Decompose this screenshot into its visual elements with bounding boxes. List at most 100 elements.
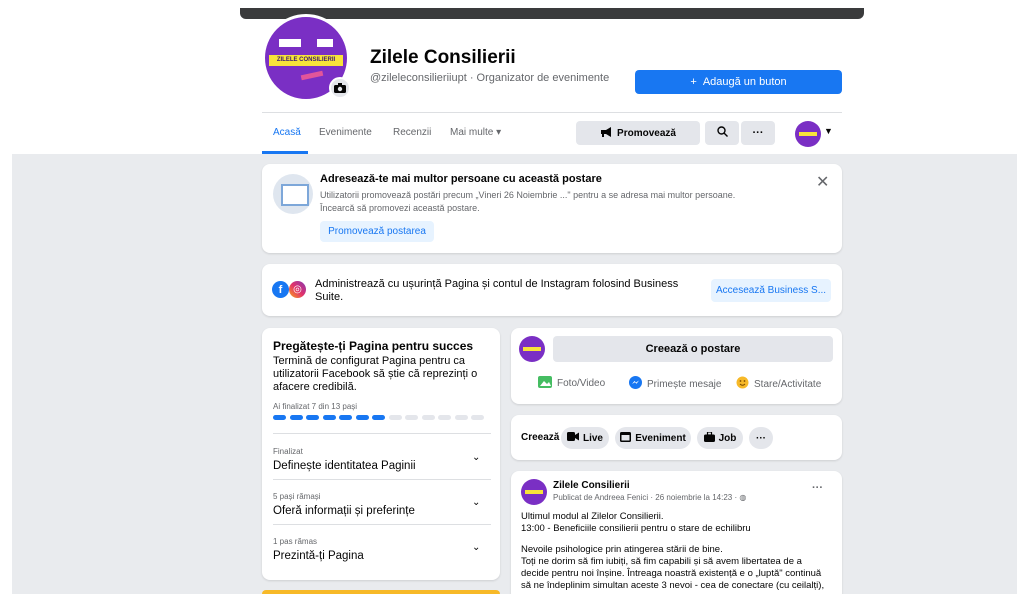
progress-segment	[405, 415, 418, 420]
avatar-logo-right	[317, 39, 333, 47]
feeling-activity-label: Stare/Activitate	[754, 378, 822, 390]
business-text-line1: Administrează cu ușurință Pagina și cont…	[315, 278, 679, 290]
tab-home[interactable]: Acasă	[273, 127, 301, 138]
profile-switcher-avatar[interactable]	[795, 121, 821, 147]
cover-photo-edge	[240, 8, 864, 19]
page-title: Zilele Consilierii	[370, 47, 516, 68]
next-card-edge	[262, 590, 500, 594]
left-margin	[0, 0, 12, 594]
post-options-button[interactable]: ···	[812, 482, 823, 494]
row-status: Finalizat	[273, 447, 303, 456]
active-tab-indicator	[262, 151, 308, 154]
emoji-icon	[736, 376, 749, 392]
promo-title: Adresează-te mai multor persoane cu acea…	[320, 173, 602, 185]
calendar-icon	[620, 431, 632, 445]
post-thumbnail	[273, 174, 313, 214]
post-line: decide pentru noi înșine. Întreaga noast…	[521, 568, 822, 579]
promote-label: Promovează	[617, 127, 676, 139]
post-author-avatar[interactable]	[521, 479, 547, 505]
event-button[interactable]: Eveniment	[615, 427, 691, 449]
row-title[interactable]: Prezintă-ți Pagina	[273, 550, 364, 562]
header-divider	[262, 112, 842, 113]
post-line: Toți ne dorim să fim iubiți, să fim capa…	[521, 556, 802, 567]
tab-events[interactable]: Evenimente	[319, 127, 372, 138]
setup-title: Pregătește-ți Pagina pentru succes	[273, 339, 474, 353]
row-divider	[273, 433, 491, 434]
progress-segment	[355, 415, 369, 420]
progress-segment	[289, 415, 303, 420]
tab-more[interactable]: Mai multe ▾	[450, 127, 501, 138]
post-line: 13:00 - Beneficiile consilierii pentru o…	[521, 523, 751, 534]
instagram-icon: ◎	[289, 281, 306, 298]
progress-segment	[421, 415, 435, 420]
job-button[interactable]: Job	[697, 427, 743, 449]
create-label: Creează	[521, 432, 560, 443]
live-button[interactable]: Live	[561, 427, 609, 449]
chevron-down-icon[interactable]: ⌄	[472, 542, 480, 553]
briefcase-icon	[703, 430, 715, 445]
row-status: 1 pas rămas	[273, 537, 318, 546]
business-suite-button[interactable]: Accesează Business S...	[711, 279, 831, 302]
chevron-down-icon[interactable]: ⌄	[472, 452, 480, 463]
chevron-down-icon[interactable]: ⌄	[472, 497, 480, 508]
post-author[interactable]: Zilele Consilierii	[553, 480, 630, 491]
progress-segment	[306, 415, 319, 420]
setup-desc-line1: Termină de configurat Pagina pentru ca	[273, 355, 466, 367]
avatar-accent	[300, 70, 324, 81]
chevron-down-icon[interactable]: ▼	[824, 126, 833, 136]
row-divider	[273, 479, 491, 480]
close-icon[interactable]: ✕	[816, 172, 829, 192]
globe-icon: ◍	[739, 493, 747, 502]
add-button-label: Adaugă un buton	[702, 76, 787, 88]
job-label: Job	[718, 432, 737, 444]
progress-label: Ai finalizat 7 din 13 pași	[273, 402, 358, 411]
photo-video-label: Foto/Video	[557, 378, 606, 389]
progress-segment	[322, 415, 336, 420]
promo-body-line2: Încearcă să promovezi această postare.	[320, 203, 480, 213]
row-status: 5 pași rămași	[273, 492, 321, 501]
business-text-line2: Suite.	[315, 291, 344, 303]
video-icon	[566, 432, 579, 444]
post-line: Nevoile psihologice prin atingerea stări…	[521, 544, 723, 555]
post-line: să ne îndeplinim simultan aceste 3 nevoi…	[521, 580, 825, 591]
feeling-activity-action[interactable]: Stare/Activitate	[736, 376, 821, 392]
add-button[interactable]: + Adaugă un buton	[635, 70, 842, 94]
get-messages-action[interactable]: Primește mesaje	[629, 376, 721, 392]
photo-video-action[interactable]: Foto/Video	[538, 376, 605, 391]
progress-segment	[438, 415, 451, 420]
progress-segment	[388, 415, 402, 420]
live-label: Live	[582, 432, 603, 444]
setup-desc-line3: afacere credibilă.	[273, 381, 357, 393]
progress-segment	[454, 415, 468, 420]
row-title[interactable]: Definește identitatea Paginii	[273, 460, 416, 472]
avatar-logo-left	[279, 39, 301, 47]
plus-icon: +	[690, 76, 697, 88]
tab-reviews[interactable]: Recenzii	[393, 127, 431, 138]
page-subtitle: @zileleconsilieriiupt · Organizator de e…	[370, 72, 610, 84]
create-more-button[interactable]: ···	[749, 427, 773, 449]
post-meta: Publicat de Andreea Fenici · 26 noiembri…	[553, 493, 746, 502]
facebook-icon: f	[272, 281, 289, 298]
promo-body-line1: Utilizatorii promovează postări precum „…	[320, 190, 736, 200]
post-meta-text: Publicat de Andreea Fenici · 26 noiembri…	[553, 493, 740, 502]
messenger-icon	[629, 376, 642, 392]
megaphone-icon	[600, 126, 612, 140]
row-divider	[273, 524, 491, 525]
create-post-input[interactable]: Creează o postare	[553, 336, 833, 362]
search-icon	[716, 126, 728, 140]
progress-segment	[372, 415, 385, 420]
promote-button[interactable]: Promovează	[576, 121, 700, 145]
camera-icon[interactable]	[329, 77, 351, 99]
row-title[interactable]: Oferă informații și preferințe	[273, 505, 415, 517]
more-options-button[interactable]: ···	[741, 121, 775, 145]
progress-segment	[273, 415, 286, 420]
progress-segment	[471, 415, 484, 420]
photo-icon	[538, 376, 552, 391]
setup-desc-line2: utilizatorii Facebook să știe că reprezi…	[273, 368, 478, 380]
event-label: Eveniment	[635, 432, 686, 444]
composer-avatar	[519, 336, 545, 362]
avatar-banner: ZILELE CONSILIERII	[269, 55, 343, 66]
promote-post-button[interactable]: Promovează postarea	[320, 221, 434, 242]
progress-segment	[339, 415, 352, 420]
search-button[interactable]	[705, 121, 739, 145]
